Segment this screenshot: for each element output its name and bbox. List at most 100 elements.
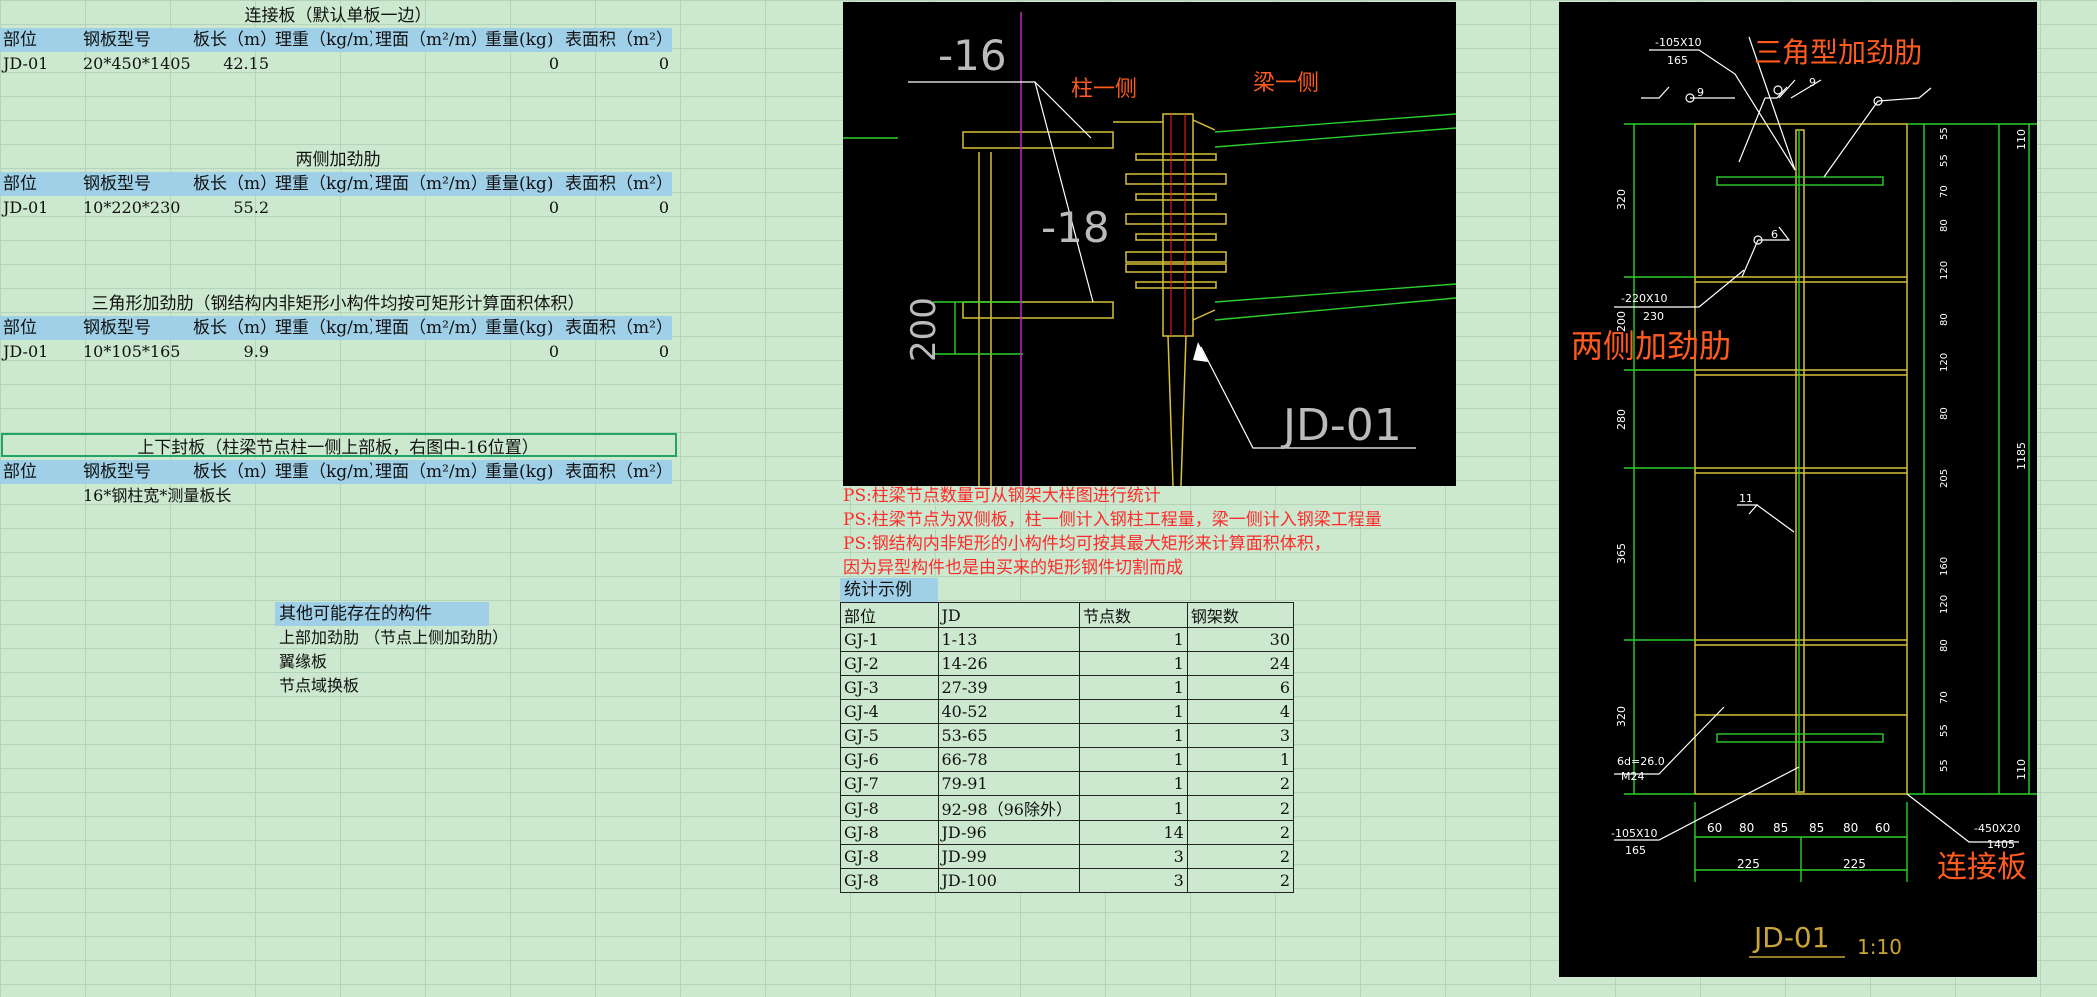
stats-cell[interactable]: 66-78 xyxy=(937,747,1080,772)
stats-cell[interactable]: 14-26 xyxy=(937,651,1080,676)
stats-cell[interactable]: 1-13 xyxy=(937,627,1080,652)
stats-cell[interactable]: 40-52 xyxy=(937,699,1080,724)
header-cell[interactable]: 理重（kg/m） xyxy=(272,28,372,52)
stats-cell[interactable]: GJ-4 xyxy=(840,699,939,724)
stats-header-cell[interactable]: 节点数 xyxy=(1078,602,1188,628)
header-cell[interactable]: 理重（kg/m） xyxy=(272,172,372,196)
table-cell[interactable]: 0 xyxy=(562,340,672,364)
header-cell[interactable]: 钢板型号 xyxy=(80,172,190,196)
header-cell[interactable]: 板长（m） xyxy=(190,172,272,196)
stats-cell[interactable]: 1 xyxy=(1078,771,1188,796)
stats-caption[interactable]: 统计示例 xyxy=(840,578,938,602)
table-cell[interactable] xyxy=(190,484,272,508)
table-cell[interactable]: 0 xyxy=(482,340,562,364)
table-cell[interactable] xyxy=(272,340,372,364)
stats-cell[interactable]: GJ-8 xyxy=(840,820,939,845)
stats-cell[interactable]: GJ-1 xyxy=(840,627,939,652)
table-title-1[interactable]: 连接板（默认单板一边） xyxy=(0,4,676,28)
header-cell[interactable]: 理重（kg/m） xyxy=(272,316,372,340)
header-cell[interactable]: 重量(kg) xyxy=(482,316,562,340)
note-1[interactable]: PS:柱梁节点数量可从钢架大样图进行统计 xyxy=(843,484,1161,508)
table-cell[interactable]: 0 xyxy=(482,196,562,220)
header-cell[interactable]: 理面（m²/m） xyxy=(372,460,482,484)
header-cell[interactable]: 重量(kg) xyxy=(482,28,562,52)
header-cell[interactable]: 板长（m） xyxy=(190,460,272,484)
stats-cell[interactable]: GJ-8 xyxy=(840,795,939,821)
table-cell[interactable]: 16*钢柱宽*测量板长 xyxy=(80,484,231,508)
stats-cell[interactable]: 3 xyxy=(1186,723,1295,748)
header-cell[interactable]: 部位 xyxy=(0,172,80,196)
table-cell[interactable] xyxy=(0,484,80,508)
table-cell[interactable] xyxy=(372,484,482,508)
other-item-2[interactable]: 翼缘板 xyxy=(279,650,327,674)
table-cell[interactable] xyxy=(372,52,482,76)
note-4[interactable]: 因为异型构件也是由买来的矩形钢件切割而成 xyxy=(843,556,1183,580)
header-cell[interactable]: 钢板型号 xyxy=(80,460,190,484)
table-title-2[interactable]: 两侧加劲肋 xyxy=(0,148,676,172)
table-cell[interactable]: 55.2 xyxy=(190,196,272,220)
header-cell[interactable]: 理面（m²/m） xyxy=(372,172,482,196)
table-cell[interactable]: JD-01 xyxy=(0,196,80,220)
stats-header-cell[interactable]: 钢架数 xyxy=(1186,602,1295,628)
stats-cell[interactable]: GJ-7 xyxy=(840,771,939,796)
other-item-3[interactable]: 节点域换板 xyxy=(279,674,359,698)
stats-cell[interactable]: 14 xyxy=(1078,820,1188,845)
table-cell[interactable]: 0 xyxy=(482,52,562,76)
stats-cell[interactable]: GJ-6 xyxy=(840,747,939,772)
other-components-header[interactable]: 其他可能存在的构件 xyxy=(275,602,489,626)
table-cell[interactable]: 0 xyxy=(562,196,672,220)
header-cell[interactable]: 重量(kg) xyxy=(482,172,562,196)
stats-cell[interactable]: 1 xyxy=(1078,675,1188,700)
stats-cell[interactable]: 27-39 xyxy=(937,675,1080,700)
header-cell[interactable]: 理重（kg/m） xyxy=(272,460,372,484)
table-title-3[interactable]: 三角形加劲肋（钢结构内非矩形小构件均按可矩形计算面积体积） xyxy=(0,292,676,316)
header-cell[interactable]: 钢板型号 xyxy=(80,316,190,340)
header-cell[interactable]: 板长（m） xyxy=(190,316,272,340)
table-cell[interactable]: JD-01 xyxy=(0,52,80,76)
header-cell[interactable]: 重量(kg) xyxy=(482,460,562,484)
stats-cell[interactable]: 2 xyxy=(1186,771,1295,796)
note-3[interactable]: PS:钢结构内非矩形的小构件均可按其最大矩形来计算面积体积， xyxy=(843,532,1331,556)
table-cell[interactable]: 20*450*1405 xyxy=(80,52,190,76)
header-cell[interactable]: 表面积（m²） xyxy=(562,172,672,196)
stats-cell[interactable]: 2 xyxy=(1186,868,1295,893)
note-2[interactable]: PS:柱梁节点为双侧板，柱一侧计入钢柱工程量，梁一侧计入钢梁工程量 xyxy=(843,508,1382,532)
header-cell[interactable]: 部位 xyxy=(0,28,80,52)
stats-cell[interactable]: 1 xyxy=(1078,795,1188,821)
table-cell[interactable] xyxy=(272,196,372,220)
table-cell[interactable] xyxy=(372,340,482,364)
stats-cell[interactable]: GJ-8 xyxy=(840,844,939,869)
other-item-1[interactable]: 上部加劲肋 （节点上侧加劲肋） xyxy=(279,626,508,650)
header-cell[interactable]: 表面积（m²） xyxy=(562,28,672,52)
stats-cell[interactable]: 4 xyxy=(1186,699,1295,724)
table-cell[interactable]: 42.15 xyxy=(190,52,272,76)
header-cell[interactable]: 板长（m） xyxy=(190,28,272,52)
stats-cell[interactable]: 3 xyxy=(1078,868,1188,893)
table-cell[interactable] xyxy=(272,52,372,76)
stats-cell[interactable]: 3 xyxy=(1078,844,1188,869)
stats-cell[interactable]: 1 xyxy=(1078,627,1188,652)
header-cell[interactable]: 表面积（m²） xyxy=(562,316,672,340)
table-cell[interactable] xyxy=(482,484,562,508)
stats-cell[interactable]: 6 xyxy=(1186,675,1295,700)
header-cell[interactable]: 部位 xyxy=(0,316,80,340)
table-cell[interactable]: 0 xyxy=(562,52,672,76)
stats-cell[interactable]: 1 xyxy=(1078,723,1188,748)
table-cell[interactable]: 9.9 xyxy=(190,340,272,364)
stats-cell[interactable]: 2 xyxy=(1186,820,1295,845)
header-cell[interactable]: 部位 xyxy=(0,460,80,484)
stats-header-cell[interactable]: 部位 xyxy=(840,602,939,628)
table-cell[interactable] xyxy=(372,196,482,220)
header-cell[interactable]: 钢板型号 xyxy=(80,28,190,52)
stats-cell[interactable]: GJ-3 xyxy=(840,675,939,700)
table-cell[interactable]: 10*105*165 xyxy=(80,340,190,364)
stats-cell[interactable]: 79-91 xyxy=(937,771,1080,796)
stats-cell[interactable]: GJ-2 xyxy=(840,651,939,676)
stats-cell[interactable]: 53-65 xyxy=(937,723,1080,748)
stats-cell[interactable]: 1 xyxy=(1078,747,1188,772)
stats-cell[interactable]: 1 xyxy=(1078,699,1188,724)
stats-cell[interactable]: GJ-8 xyxy=(840,868,939,893)
table-cell[interactable]: JD-01 xyxy=(0,340,80,364)
stats-cell[interactable]: GJ-5 xyxy=(840,723,939,748)
stats-cell[interactable]: 1 xyxy=(1078,651,1188,676)
